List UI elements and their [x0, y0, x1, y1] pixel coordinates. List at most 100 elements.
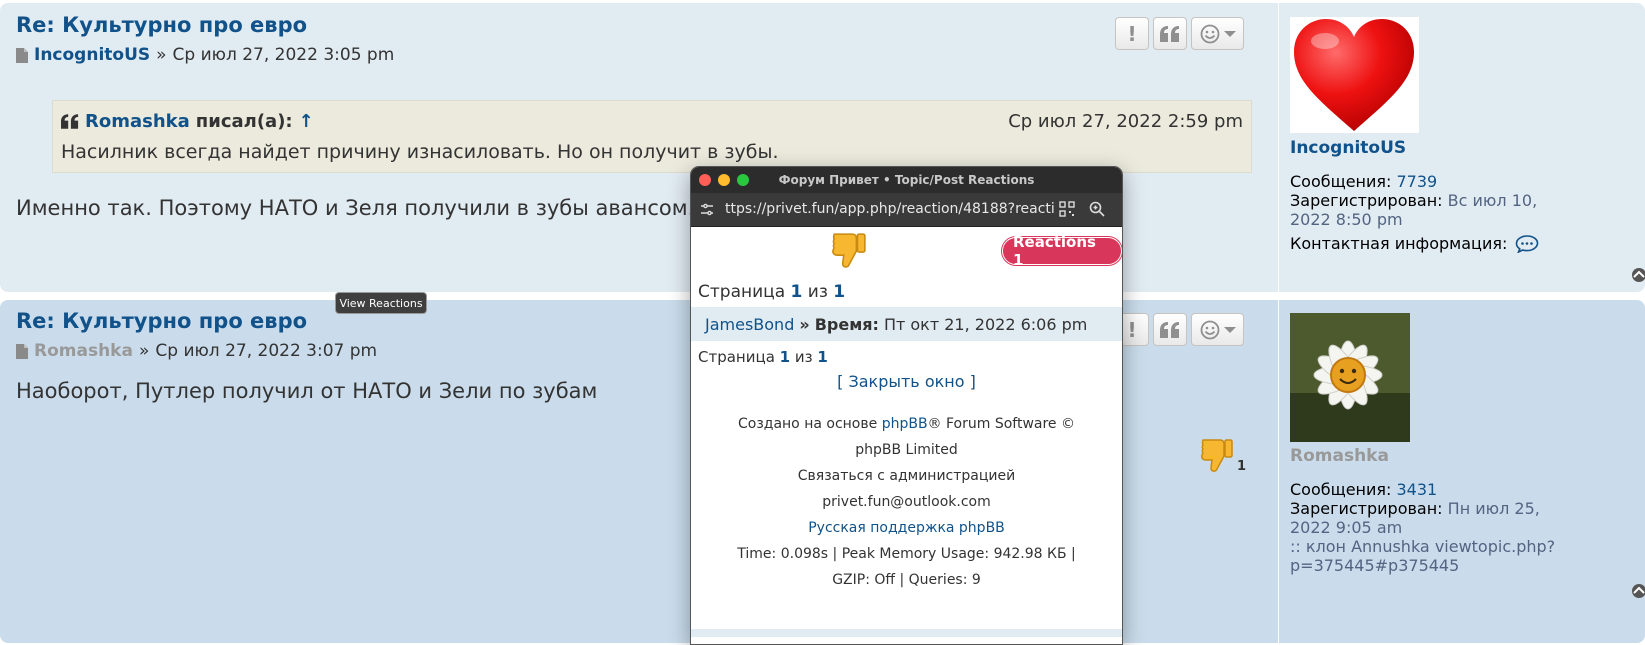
post-content: Именно так. Поэтому НАТО и Зеля получили… — [16, 196, 695, 220]
chevron-down-icon — [1223, 30, 1236, 37]
post-date: Ср июл 27, 2022 3:05 pm — [172, 45, 395, 65]
back-to-top-icon[interactable] — [1629, 267, 1645, 283]
contact-bubble-icon[interactable] — [1515, 234, 1539, 253]
messages-label: Сообщения: — [1290, 172, 1392, 191]
post-profile: Romashka Сообщения: 3431 Зарегистрирован… — [1278, 300, 1555, 643]
report-button[interactable]: ! — [1115, 17, 1149, 50]
quote-block: Romashka писал(а): ↑ Ср июл 27, 2022 2:5… — [52, 100, 1252, 173]
page-word: Страница — [698, 348, 775, 366]
back-to-top-icon[interactable] — [1629, 583, 1645, 599]
current-page: 1 — [790, 282, 803, 302]
exclamation-icon: ! — [1127, 21, 1137, 46]
page-word: Страница — [698, 282, 786, 302]
messages-count[interactable]: 7739 — [1397, 172, 1438, 191]
post-author[interactable]: Romashka — [34, 341, 133, 361]
quote-header: Romashka писал(а): ↑ — [61, 111, 314, 132]
post-profile: IncognitoUS Сообщения: 7739 Зарегистриро… — [1278, 3, 1539, 292]
profile-signature-line2: p=375445#p375445 — [1290, 556, 1580, 575]
reaction-time: Пт окт 21, 2022 6:06 pm — [883, 314, 1088, 334]
quote-button[interactable] — [1153, 313, 1187, 346]
profile-messages: Сообщения: 7739 — [1290, 172, 1580, 191]
footer-stats-2: GZIP: Off | Queries: 9 — [832, 572, 981, 588]
registered-label: Зарегистрирован: — [1290, 499, 1443, 518]
smiley-icon — [1200, 24, 1219, 43]
of-word: из — [807, 282, 828, 302]
registered-date-b: 2022 8:50 pm — [1290, 210, 1403, 229]
heart-avatar — [1290, 17, 1419, 133]
profile-username[interactable]: IncognitoUS — [1290, 138, 1406, 158]
quote-marks-icon — [61, 114, 79, 129]
reactions-button[interactable] — [1191, 313, 1244, 346]
registered-label: Зарегистрирован: — [1290, 191, 1443, 210]
total-pages: 1 — [817, 348, 828, 366]
signature-line-a: :: клон Annushka viewtopic.php? — [1290, 537, 1556, 556]
daisy-avatar — [1290, 313, 1410, 442]
reaction-count: 1 — [1237, 459, 1247, 474]
quote-source-link[interactable]: ↑ — [299, 111, 314, 132]
thumbs-down-icon — [832, 233, 866, 268]
document-icon[interactable] — [16, 47, 28, 63]
messages-count[interactable]: 3431 — [1397, 480, 1438, 499]
post-date: Ср июл 27, 2022 3:07 pm — [155, 341, 378, 361]
close-window-dot[interactable] — [699, 174, 711, 186]
registered-date-a: Пн июл 25, — [1447, 499, 1540, 518]
zoom-icon[interactable] — [1089, 201, 1105, 217]
document-icon[interactable] — [16, 343, 28, 359]
footer-stats-1: Time: 0.098s | Peak Memory Usage: 942.98… — [737, 546, 1076, 562]
site-info-icon[interactable] — [699, 202, 715, 218]
quote-date: Ср июл 27, 2022 2:59 pm — [1008, 111, 1243, 132]
messages-label: Сообщения: — [1290, 480, 1392, 499]
pagination-bottom: Страница 1 из 1 — [698, 348, 828, 366]
pagination-top: Страница 1 из 1 — [698, 282, 845, 302]
minimize-window-dot[interactable] — [718, 174, 730, 186]
post-buttons: ! — [1115, 17, 1244, 50]
post-reaction-summary[interactable]: 1 — [1200, 438, 1246, 474]
address-bar[interactable]: ttps://privet.fun/app.php/reaction/48188… — [691, 193, 1122, 227]
phpbb-link[interactable]: phpBB — [882, 416, 928, 432]
of-word: из — [794, 348, 813, 366]
meta-separator: » — [156, 45, 167, 65]
post-buttons: ! — [1115, 313, 1244, 346]
post-title[interactable]: Re: Культурно про евро — [16, 13, 307, 37]
current-page: 1 — [779, 348, 791, 366]
post-meta: IncognitoUS » Ср июл 27, 2022 3:05 pm — [16, 45, 394, 65]
russian-support-link[interactable]: Русская поддержка phpBB — [691, 515, 1122, 541]
total-pages: 1 — [833, 282, 846, 302]
profile-signature: :: клон Annushka viewtopic.php? — [1290, 537, 1580, 556]
reaction-user[interactable]: JamesBond — [705, 315, 794, 334]
zoom-window-dot[interactable] — [737, 174, 749, 186]
registered-date-b: 2022 9:05 am — [1290, 518, 1403, 537]
thumbs-down-icon — [1201, 439, 1233, 472]
post-title[interactable]: Re: Культурно про евро — [16, 309, 307, 333]
quote-button[interactable] — [1153, 17, 1187, 50]
quote-text: Насилник всегда найдет причину изнасилов… — [61, 141, 779, 163]
close-window-link[interactable]: [ Закрыть окно ] — [691, 372, 1122, 391]
quote-author[interactable]: Romashka — [85, 111, 190, 132]
meta-separator: » — [138, 341, 150, 361]
quote-icon — [1160, 321, 1179, 338]
reactions-count-badge: Reactions 1 — [1002, 233, 1122, 269]
footer-email: privet.fun@outlook.com — [822, 494, 991, 510]
exclamation-icon: ! — [1127, 317, 1137, 342]
post-author[interactable]: IncognitoUS — [34, 45, 150, 65]
time-label: Время: — [814, 314, 879, 334]
profile-username[interactable]: Romashka — [1290, 446, 1389, 466]
signature-line-b: p=375445#p375445 — [1290, 556, 1460, 575]
profile-messages: Сообщения: 3431 — [1290, 480, 1580, 499]
footer-strip — [691, 629, 1122, 637]
post-meta: Romashka » Ср июл 27, 2022 3:07 pm — [16, 341, 377, 361]
qr-code-icon[interactable] — [1059, 201, 1075, 217]
profile-registered-line2: 2022 8:50 pm — [1290, 210, 1580, 229]
view-reactions-tooltip: View Reactions — [336, 293, 426, 313]
footer-contact-admin[interactable]: Связаться с администрацией — [691, 463, 1122, 489]
popup-content: Reactions 1 Страница 1 из 1 JamesBond » … — [691, 227, 1122, 637]
url-text[interactable]: ttps://privet.fun/app.php/reaction/48188… — [725, 201, 1055, 217]
window-titlebar[interactable]: Форум Привет • Topic/Post Reactions — [691, 167, 1122, 193]
registered-date-a: Вс июл 10, — [1447, 191, 1538, 210]
quote-icon — [1160, 25, 1179, 42]
window-controls — [699, 174, 749, 186]
profile-registered-line2: 2022 9:05 am — [1290, 518, 1580, 537]
quote-said: писал(а): — [195, 111, 293, 132]
chevron-down-icon — [1223, 326, 1236, 333]
reactions-button[interactable] — [1191, 17, 1244, 50]
